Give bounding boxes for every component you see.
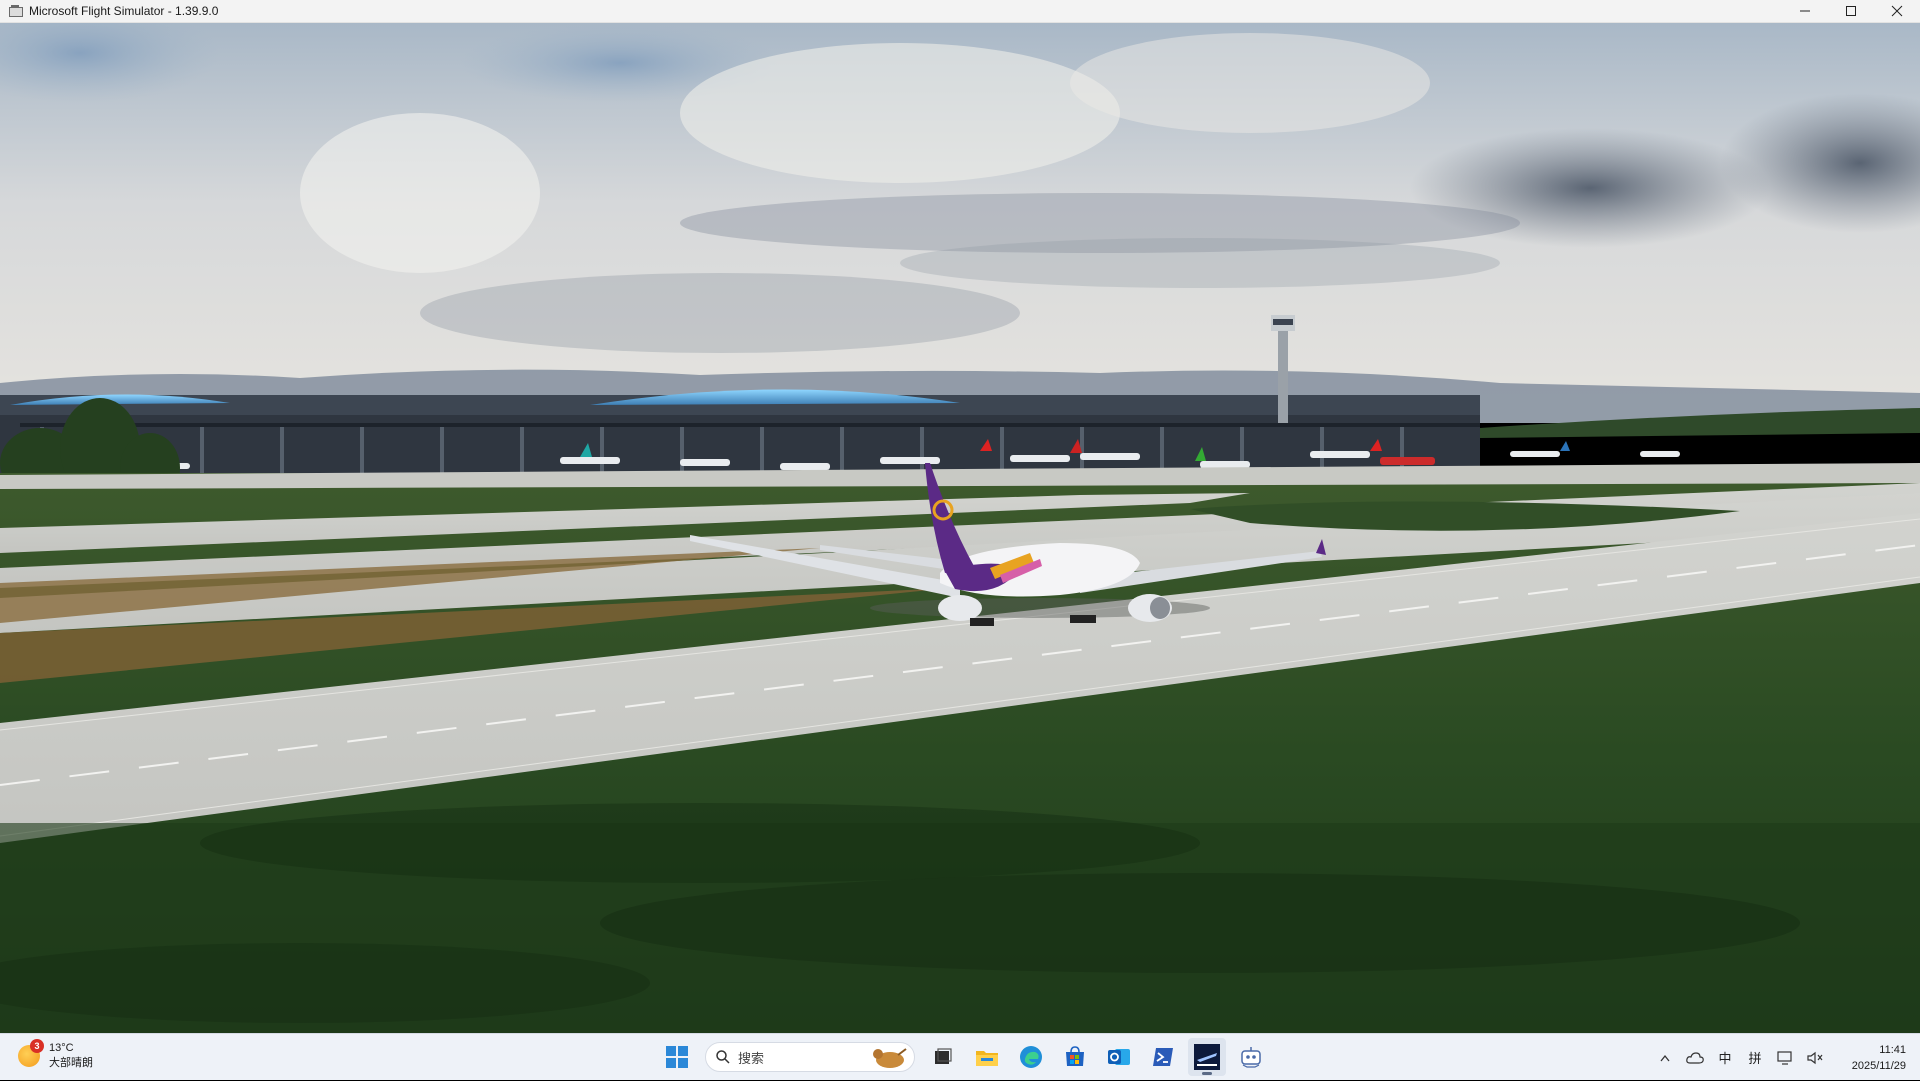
tray-overflow-button[interactable] [1650,1043,1680,1073]
airport-scene [0,23,1920,1033]
ime-mode-button[interactable]: 中 [1710,1043,1740,1073]
search-highlight-icon [873,1048,907,1068]
edge-icon [1020,1046,1042,1068]
remote-app-button[interactable] [1232,1038,1270,1076]
store-button[interactable] [1056,1038,1094,1076]
window-title-bar[interactable]: Microsoft Flight Simulator - 1.39.9.0 [0,0,1920,23]
weather-temperature: 13°C [49,1042,74,1054]
close-button[interactable] [1874,0,1920,23]
search-placeholder: 搜索 [738,1050,765,1066]
terminal-icon [1153,1048,1173,1066]
network-button[interactable] [1770,1043,1800,1073]
cloud-icon [1686,1051,1704,1064]
minimize-icon [1800,10,1810,12]
search-icon [716,1050,730,1064]
edge-button[interactable] [1012,1038,1050,1076]
taskbar: 3 13°C 大部晴朗 搜索 中 拼 11:41 2025/11/29 [0,1033,1920,1080]
close-icon [1891,5,1903,17]
clock-date: 2025/11/29 [1851,1059,1906,1072]
flight-simulator-button[interactable] [1188,1038,1226,1076]
maximize-button[interactable] [1828,0,1874,23]
windows-logo-icon [666,1046,688,1068]
game-viewport[interactable] [0,23,1920,1033]
outlook-button[interactable] [1100,1038,1138,1076]
volume-button[interactable] [1800,1043,1830,1073]
ime-layout-button[interactable]: 拼 [1740,1043,1770,1073]
speaker-muted-icon [1807,1051,1823,1064]
maximize-icon [1846,6,1856,16]
app-icon [9,5,23,17]
taskbar-center: 搜索 [655,1038,1273,1076]
store-icon [1066,1046,1084,1066]
sun-icon: 3 [18,1039,44,1067]
terminal-button[interactable] [1144,1038,1182,1076]
minimize-button[interactable] [1782,0,1828,23]
onedrive-button[interactable] [1680,1043,1710,1073]
clock[interactable]: 11:41 2025/11/29 [1830,1042,1920,1074]
chevron-up-icon [1660,1054,1670,1061]
clock-time: 11:41 [1879,1043,1906,1056]
outlook-icon [1108,1049,1130,1065]
window-title: Microsoft Flight Simulator - 1.39.9.0 [29,4,219,18]
notification-badge: 3 [30,1039,44,1053]
weather-widget[interactable]: 3 13°C 大部晴朗 [18,1039,93,1071]
search-input[interactable]: 搜索 [705,1042,915,1072]
system-tray: 中 拼 11:41 2025/11/29 [1650,1034,1920,1081]
folder-icon [976,1051,998,1066]
file-explorer-button[interactable] [968,1038,1006,1076]
task-view-icon [935,1048,952,1064]
task-view-button[interactable] [924,1038,962,1076]
weather-condition: 大部晴朗 [49,1057,93,1069]
flight-simulator-icon [1194,1044,1220,1070]
robot-icon [1241,1047,1261,1068]
start-button[interactable] [658,1038,696,1076]
monitor-network-icon [1777,1050,1792,1065]
